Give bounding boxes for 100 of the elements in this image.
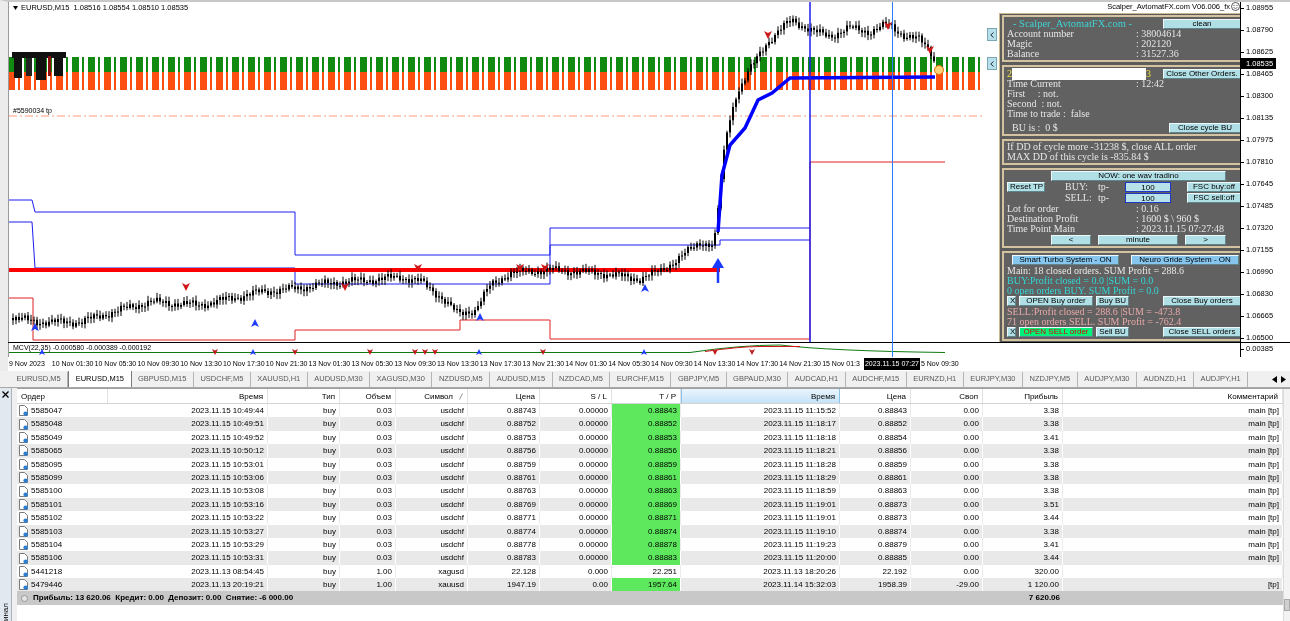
up-arrow-icon <box>641 349 647 355</box>
table-cell-text: 5585103 <box>31 525 63 538</box>
order-action-button[interactable]: OPEN Buy order <box>1019 296 1093 306</box>
up-arrow-icon <box>476 313 484 321</box>
table-cell: 0.00 <box>911 524 983 538</box>
table-cell: 2023.11.15 10:53:27 <box>108 524 268 538</box>
clean-button[interactable]: clean <box>1163 18 1240 29</box>
info-value: : 1600 $ \ 960 $ <box>1136 214 1201 224</box>
collapse-button[interactable] <box>987 28 997 41</box>
down-arrow-icon <box>182 283 190 291</box>
table-cell: 0.00 <box>911 484 983 498</box>
table-cell-text: 5585099 <box>31 471 63 484</box>
account-summary-text: Прибыль: 13 620.06 Кредит: 0.00 Депозит: 0.00 Снятие: -6 000.00 <box>33 592 294 605</box>
document-icon <box>19 445 28 457</box>
mode-button[interactable]: NOW: one wav tradino <box>1051 171 1226 181</box>
summary-text: BUY:Profit closed = 0.0 |SUM = 0.0 <box>1007 276 1154 286</box>
order-row[interactable]: 5479446 2023.11.13 20:19:21 buy 1.00 xauusd 1947.19 0.00 1957.64 2023.11.14 15:32:03 1958.39 -29.00 1 120.00 [tp] <box>17 578 1283 592</box>
down-arrow-icon <box>712 349 718 355</box>
scroll-right-icon[interactable] <box>1281 376 1286 383</box>
table-cell: 0.03 <box>340 457 396 471</box>
table-cell: usdchf <box>396 457 468 471</box>
down-arrow-icon <box>341 283 349 291</box>
close-cycle-button[interactable]: Close cycle BU <box>1169 122 1240 133</box>
up-arrow-icon <box>31 323 39 331</box>
system-toggle-button[interactable]: Smart Turbo System - ON <box>1012 255 1119 265</box>
table-cell-text: 5441218 <box>31 565 63 578</box>
table-cell: buy <box>268 484 340 498</box>
table-cell-text: 5585095 <box>31 458 63 471</box>
column-header[interactable]: Время <box>681 389 840 403</box>
order-action-button[interactable]: Buy BU <box>1096 296 1129 306</box>
nav-button[interactable]: minute <box>1098 235 1178 245</box>
side-label: SELL: <box>1065 193 1092 203</box>
close-icon[interactable] <box>2 391 9 398</box>
table-cell: 0.88859 <box>840 457 911 471</box>
table-cell: 0.03 <box>340 551 396 565</box>
document-icon <box>19 525 28 537</box>
reset-tp-button[interactable]: Reset TP <box>1007 182 1045 192</box>
order-row[interactable]: 5585048 2023.11.15 10:49:51 buy 0.03 usdchf 0.88752 0.00000 0.88852 2023.11.15 11:18:17 0.88852 0.00 3.38 main [tp] <box>17 417 1283 431</box>
panel-title: - Scalper_AvtomatFX.com - <box>1013 18 1133 29</box>
scroll-left-icon[interactable] <box>1272 376 1277 383</box>
table-cell: 0.88752 <box>468 417 540 431</box>
up-arrow-icon <box>251 319 259 327</box>
order-action-button[interactable]: X <box>1007 327 1016 337</box>
table-cell: 0.88852 <box>840 417 911 431</box>
table-cell: 2023.11.15 10:53:31 <box>108 551 268 565</box>
order-action-button[interactable]: Sell BU <box>1096 327 1129 337</box>
order-row[interactable]: 5585106 2023.11.15 10:53:31 buy 0.03 usdchf 0.88783 0.00000 0.88883 2023.11.15 11:20:00 0.88885 0.00 3.44 main [tp] <box>17 551 1283 565</box>
table-cell-text: 5585100 <box>31 485 63 498</box>
table-cell: 0.03 <box>340 511 396 525</box>
table-cell: 0.88771 <box>468 511 540 525</box>
summary-text: Main: 18 closed orders. SUM Profit = 288.6 <box>1007 266 1186 276</box>
order-action-button[interactable]: X <box>1007 296 1016 306</box>
info-value: : 2023.11.15 07:27:48 <box>1136 224 1225 234</box>
table-cell: buy <box>268 511 340 525</box>
table-cell: usdchf <box>396 551 468 565</box>
chevron-left-icon <box>990 60 994 67</box>
table-cell-text: 5585101 <box>31 498 63 511</box>
info-label: Balance <box>1007 49 1041 59</box>
table-cell-text: 5585106 <box>31 552 63 565</box>
table-cell: 0.88763 <box>468 484 540 498</box>
summary-text: 71 open orders SELL. SUM Profit = -762.4 <box>1007 317 1183 327</box>
order-action-button[interactable]: Close Buy orders <box>1163 296 1240 306</box>
status-text: MAX DD of this cycle is -835.84 $ <box>1007 152 1150 162</box>
order-action-button[interactable]: Close SELL orders <box>1163 327 1240 337</box>
document-icon <box>19 565 28 577</box>
system-toggle-button[interactable]: Neuro Gride System - ON <box>1131 255 1239 265</box>
status-text: First : not. <box>1007 89 1060 99</box>
document-icon <box>19 539 28 551</box>
table-cell-text: 5585049 <box>31 431 63 444</box>
nav-button[interactable]: < <box>1051 235 1091 245</box>
partial-text: 3 <box>1146 68 1151 79</box>
order-row[interactable]: 5585065 2023.11.15 10:50:12 buy 0.03 usdchf 0.88756 0.00000 0.88856 2023.11.15 11:18:21 0.88856 0.00 3.38 main [tp] <box>17 444 1283 458</box>
table-cell: 2023.11.15 11:18:28 <box>681 457 840 471</box>
side-label: BUY: <box>1065 182 1088 192</box>
table-cell: 2023.11.15 11:19:10 <box>681 524 840 538</box>
table-cell: 0.00 <box>911 417 983 431</box>
table-cell: 0.88863 <box>612 484 681 498</box>
fsc-button[interactable]: FSC buy:off <box>1187 182 1240 192</box>
table-cell: usdchf <box>396 524 468 538</box>
tp-input-field[interactable]: 100 <box>1125 182 1171 192</box>
table-cell: 2023.11.15 11:18:21 <box>681 444 840 458</box>
table-cell-text: 5585047 <box>31 405 63 417</box>
close-other-orders-button[interactable]: Close Other Orders. <box>1163 68 1240 79</box>
collapse-button[interactable] <box>987 57 997 70</box>
info-value: : 0.16 <box>1136 204 1160 214</box>
table-cell: 0.00 <box>911 444 983 458</box>
table-cell: 0.00 <box>911 511 983 525</box>
up-arrow-icon <box>476 349 482 355</box>
table-cell-text: 5585048 <box>31 418 63 431</box>
tp-input-field[interactable]: 100 <box>1125 193 1171 203</box>
terminal-title: инал <box>0 603 11 621</box>
down-arrow-icon <box>292 349 298 355</box>
table-cell: 1957.64 <box>612 578 681 592</box>
fsc-button[interactable]: FSC sell:off <box>1187 193 1240 203</box>
info-value: : 202120 <box>1136 39 1173 49</box>
table-cell-text: 5585102 <box>31 512 63 525</box>
nav-button[interactable]: > <box>1185 235 1226 245</box>
status-text: If DD of cycle more -31238 $, close ALL order <box>1007 142 1198 152</box>
table-cell: 0.88759 <box>468 457 540 471</box>
info-label: Account number <box>1007 29 1074 39</box>
